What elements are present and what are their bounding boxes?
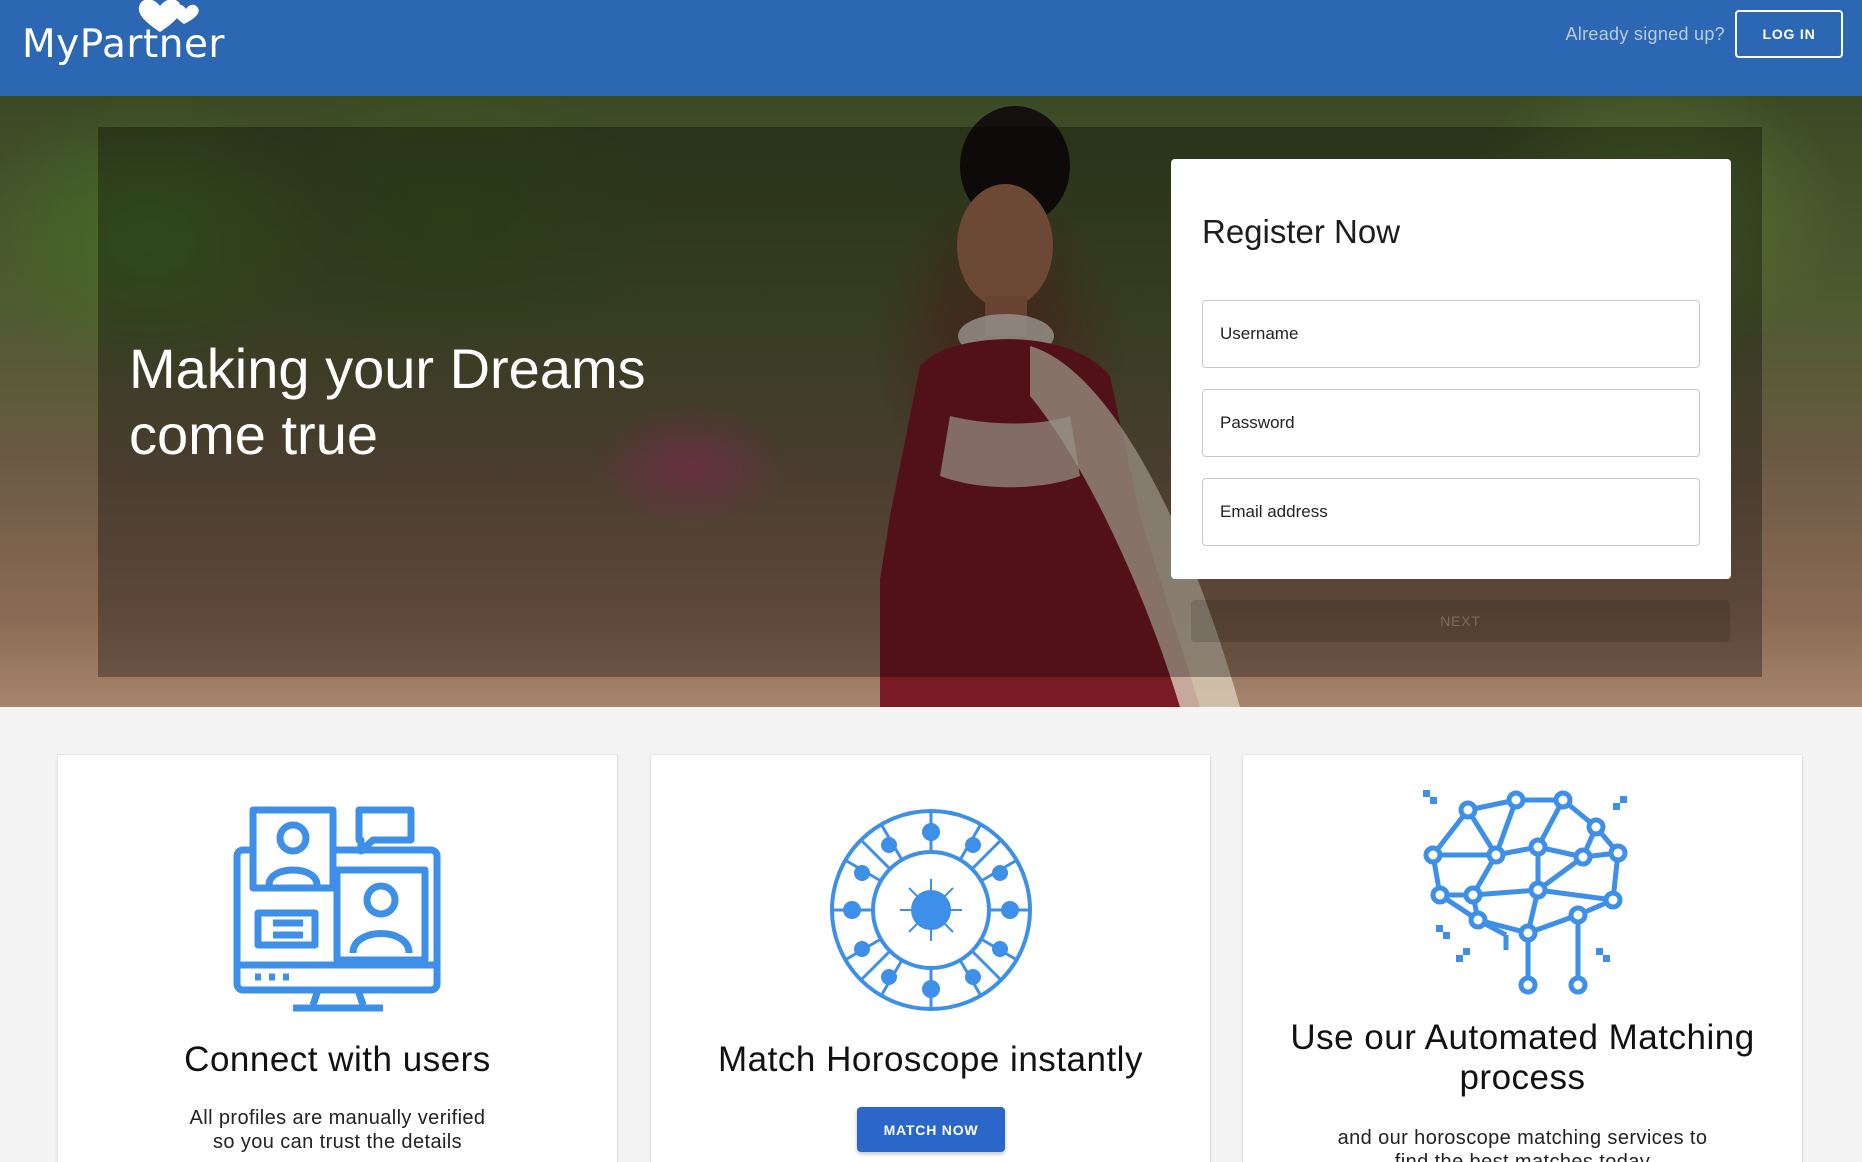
- feature-title: Match Horoscope instantly: [718, 1040, 1143, 1079]
- password-input[interactable]: [1202, 389, 1700, 457]
- register-title: Register Now: [1202, 213, 1401, 250]
- feature-card-horoscope: Match Horoscope instantly MATCH NOW: [650, 754, 1211, 1162]
- logo[interactable]: MyPartner: [22, 0, 225, 70]
- feature-description: All profiles are manually verified so yo…: [98, 1106, 577, 1154]
- video-chat-icon: [233, 806, 440, 1012]
- hero-section: Making your Dreams come true Register No…: [0, 96, 1862, 707]
- username-input[interactable]: [1202, 300, 1700, 368]
- feature-description-line-1: All profiles are manually verified: [189, 1107, 486, 1129]
- hero-title-line-1: Making your Dreams: [129, 337, 646, 400]
- register-form: Register Now: [1171, 159, 1731, 579]
- feature-title: Use our Automated Matching process: [1263, 1018, 1782, 1098]
- login-button[interactable]: LOG IN: [1735, 10, 1843, 58]
- next-button[interactable]: NEXT: [1191, 600, 1730, 642]
- feature-title-line-1: Use our Automated Matching: [1290, 1018, 1755, 1057]
- network-brain-icon: [1422, 790, 1627, 995]
- feature-title-line-2: process: [1459, 1058, 1586, 1097]
- top-navbar: MyPartner Already signed up? LOG IN: [0, 0, 1862, 96]
- already-signed-up-text: Already signed up?: [1565, 24, 1725, 44]
- hero-title: Making your Dreams come true: [129, 336, 729, 468]
- feature-description-line-1: and our horoscope matching services to: [1337, 1127, 1708, 1149]
- logo-text: MyPartner: [22, 22, 225, 67]
- feature-description: and our horoscope matching services to f…: [1283, 1126, 1762, 1162]
- match-now-button[interactable]: MATCH NOW: [857, 1107, 1005, 1152]
- feature-description-line-2: so you can trust the details: [212, 1131, 463, 1153]
- feature-card-connect: Connect with users All profiles are manu…: [57, 754, 618, 1162]
- zodiac-wheel-icon: [829, 809, 1032, 1011]
- feature-title: Connect with users: [184, 1040, 491, 1079]
- feature-card-automated: Use our Automated Matching process and o…: [1242, 754, 1803, 1162]
- feature-description-line-2: find the best matches today: [1394, 1151, 1651, 1162]
- email-input[interactable]: [1202, 478, 1700, 546]
- hero-title-line-2: come true: [129, 403, 378, 466]
